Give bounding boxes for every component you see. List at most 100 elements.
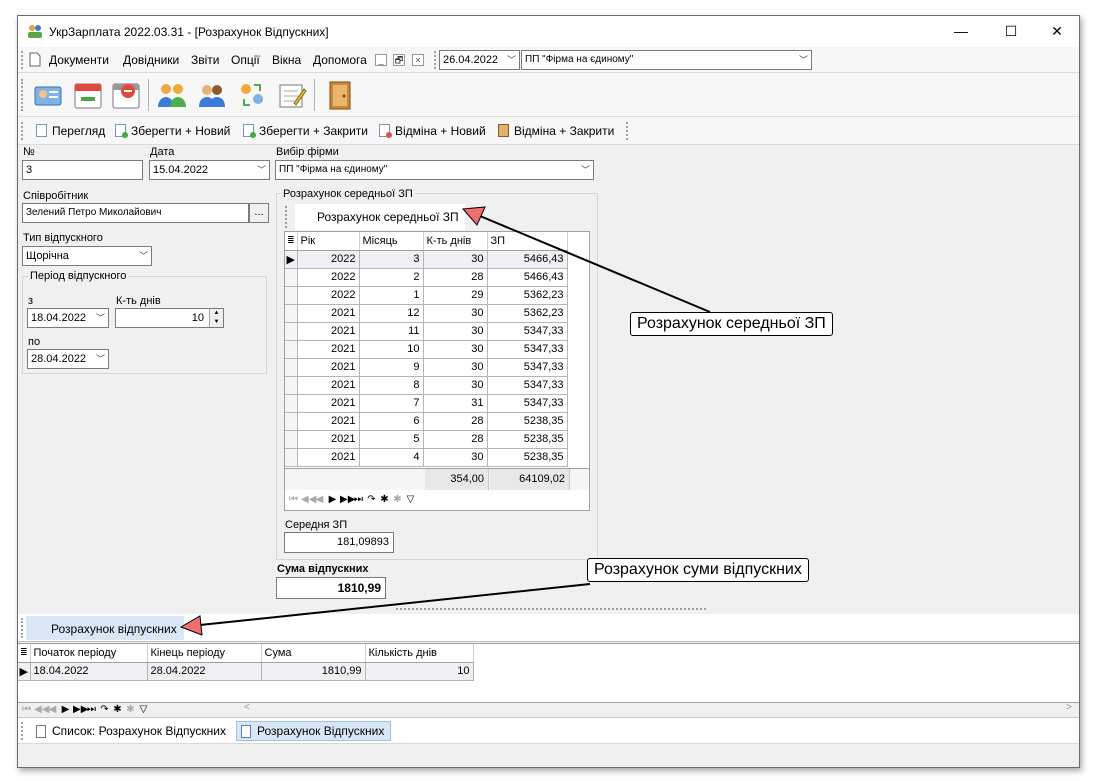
cell-salary[interactable]: 5238,35	[487, 448, 568, 467]
maximize-button[interactable]: ☐	[988, 16, 1034, 47]
scroll-left-icon[interactable]: <	[244, 702, 250, 713]
cell-month[interactable]: 10	[359, 340, 424, 359]
menu-options[interactable]: Опції	[231, 53, 260, 67]
filter-icon[interactable]: ▽	[137, 702, 150, 716]
cell-year[interactable]: 2021	[297, 322, 360, 341]
cell-days[interactable]: 30	[423, 340, 488, 359]
notepad-icon[interactable]	[276, 79, 308, 111]
cell-month[interactable]: 11	[359, 322, 424, 341]
table-row[interactable]: 2021 6 28 5238,35	[285, 412, 568, 431]
next-record-icon[interactable]: ▶	[59, 702, 72, 716]
cell-month[interactable]: 4	[359, 448, 424, 467]
menu-documents[interactable]: Документи	[49, 53, 109, 67]
save-new-button[interactable]: Зберегти + Новий	[115, 124, 230, 138]
cell-days[interactable]: 28	[423, 268, 488, 287]
cell-days-count[interactable]: 10	[365, 662, 474, 681]
cell-days[interactable]: 31	[423, 394, 488, 413]
employees-card-icon[interactable]	[32, 79, 64, 111]
cell-salary[interactable]: 5347,33	[487, 358, 568, 377]
menu-reports[interactable]: Звіти	[191, 53, 220, 67]
spin-down-icon[interactable]: ▼	[210, 318, 223, 327]
days-stepper[interactable]: 10	[115, 308, 224, 328]
cell-period-end[interactable]: 28.04.2022	[147, 662, 262, 681]
cell-days[interactable]: 28	[423, 412, 488, 431]
cell-period-start[interactable]: 18.04.2022	[30, 662, 148, 681]
view-button[interactable]: Перегляд	[36, 124, 105, 138]
cell-salary[interactable]: 5362,23	[487, 304, 568, 323]
save-close-button[interactable]: Зберегти + Закрити	[243, 124, 368, 138]
employee-field[interactable]: Зелений Петро Миколайович	[22, 203, 249, 223]
table-row[interactable]: 2021 11 30 5347,33	[285, 322, 568, 341]
cell-month[interactable]: 3	[359, 250, 424, 269]
table-row[interactable]: ▶ 2022 3 30 5466,43	[285, 250, 568, 269]
col-month[interactable]: Місяць	[359, 232, 424, 251]
cell-days[interactable]: 30	[423, 448, 488, 467]
table-row[interactable]: 2021 5 28 5238,35	[285, 430, 568, 449]
cell-year[interactable]: 2021	[297, 358, 360, 377]
table-row[interactable]: 2021 8 30 5347,33	[285, 376, 568, 395]
cell-days[interactable]: 30	[423, 304, 488, 323]
cell-salary[interactable]: 5362,23	[487, 286, 568, 305]
calc-vacation-tab[interactable]: Розрахунок відпускних	[26, 616, 184, 640]
cell-salary[interactable]: 5238,35	[487, 430, 568, 449]
insert-icon[interactable]: ✱	[378, 492, 391, 506]
col-year[interactable]: Рік	[297, 232, 360, 251]
prev-record-icon[interactable]: ◀	[313, 492, 326, 506]
people-icon[interactable]	[196, 79, 228, 111]
window-tab-calc[interactable]: Розрахунок Відпускних	[236, 721, 392, 741]
from-date-picker[interactable]: 18.04.2022 ﹀	[27, 308, 109, 328]
menu-directories[interactable]: Довідники	[123, 53, 179, 67]
cell-month[interactable]: 8	[359, 376, 424, 395]
cell-year[interactable]: 2021	[297, 448, 360, 467]
col-sum[interactable]: Сума	[261, 644, 366, 663]
last-record-icon[interactable]: ⏭	[352, 492, 365, 506]
first-record-icon[interactable]: ⏮	[287, 492, 300, 506]
cell-days[interactable]: 30	[423, 322, 488, 341]
avg-salary-tab[interactable]: Розрахунок середньої ЗП	[295, 204, 465, 230]
firm-select-top[interactable]: ПП "Фірма на єдиному" ﹀	[521, 50, 812, 70]
cell-salary[interactable]: 5466,43	[487, 250, 568, 269]
mdi-close-button[interactable]: ×	[412, 54, 424, 66]
cell-month[interactable]: 9	[359, 358, 424, 377]
prev-page-icon[interactable]: ◀◀	[300, 492, 316, 506]
first-record-icon[interactable]: ⏮	[20, 702, 33, 716]
splitter-handle[interactable]	[396, 608, 706, 611]
next-page-icon[interactable]: ▶▶	[72, 702, 88, 716]
cell-year[interactable]: 2021	[297, 412, 360, 431]
exit-door-icon[interactable]	[324, 79, 356, 111]
cell-days[interactable]: 30	[423, 358, 488, 377]
table-row[interactable]: 2021 7 31 5347,33	[285, 394, 568, 413]
filter-icon[interactable]: ▽	[404, 492, 417, 506]
mdi-restore-button[interactable]: 🗗	[393, 54, 405, 66]
next-page-icon[interactable]: ▶▶	[339, 492, 355, 506]
cell-year[interactable]: 2022	[297, 286, 360, 305]
menu-windows[interactable]: Вікна	[272, 53, 301, 67]
table-row[interactable]: 2021 9 30 5347,33	[285, 358, 568, 377]
grid-menu-icon[interactable]: ≣	[18, 644, 31, 663]
scroll-right-icon[interactable]: >	[1066, 702, 1072, 713]
cell-month[interactable]: 6	[359, 412, 424, 431]
table-row[interactable]: 2021 10 30 5347,33	[285, 340, 568, 359]
group-icon[interactable]	[156, 79, 188, 111]
cell-year[interactable]: 2021	[297, 304, 360, 323]
col-period-end[interactable]: Кінець періоду	[147, 644, 262, 663]
refresh-icon[interactable]: ↷	[98, 702, 111, 716]
prev-record-icon[interactable]: ◀	[46, 702, 59, 716]
table-row[interactable]: 2021 4 30 5238,35	[285, 448, 568, 467]
cell-year[interactable]: 2021	[297, 340, 360, 359]
cell-year[interactable]: 2021	[297, 376, 360, 395]
cell-sum[interactable]: 1810,99	[261, 662, 366, 681]
cell-month[interactable]: 2	[359, 268, 424, 287]
cell-month[interactable]: 7	[359, 394, 424, 413]
firm-select[interactable]: ПП "Фірма на єдиному" ﹀	[275, 160, 594, 180]
close-button[interactable]: ✕	[1034, 16, 1079, 47]
grid-menu-icon[interactable]: ≣	[285, 232, 298, 251]
table-row[interactable]: 2022 2 28 5466,43	[285, 268, 568, 287]
cell-month[interactable]: 5	[359, 430, 424, 449]
cell-salary[interactable]: 5347,33	[487, 340, 568, 359]
cell-year[interactable]: 2022	[297, 250, 360, 269]
cell-salary[interactable]: 5466,43	[487, 268, 568, 287]
spin-up-icon[interactable]: ▲	[210, 309, 223, 318]
refresh-icon[interactable]: ↷	[365, 492, 378, 506]
cell-days[interactable]: 30	[423, 250, 488, 269]
